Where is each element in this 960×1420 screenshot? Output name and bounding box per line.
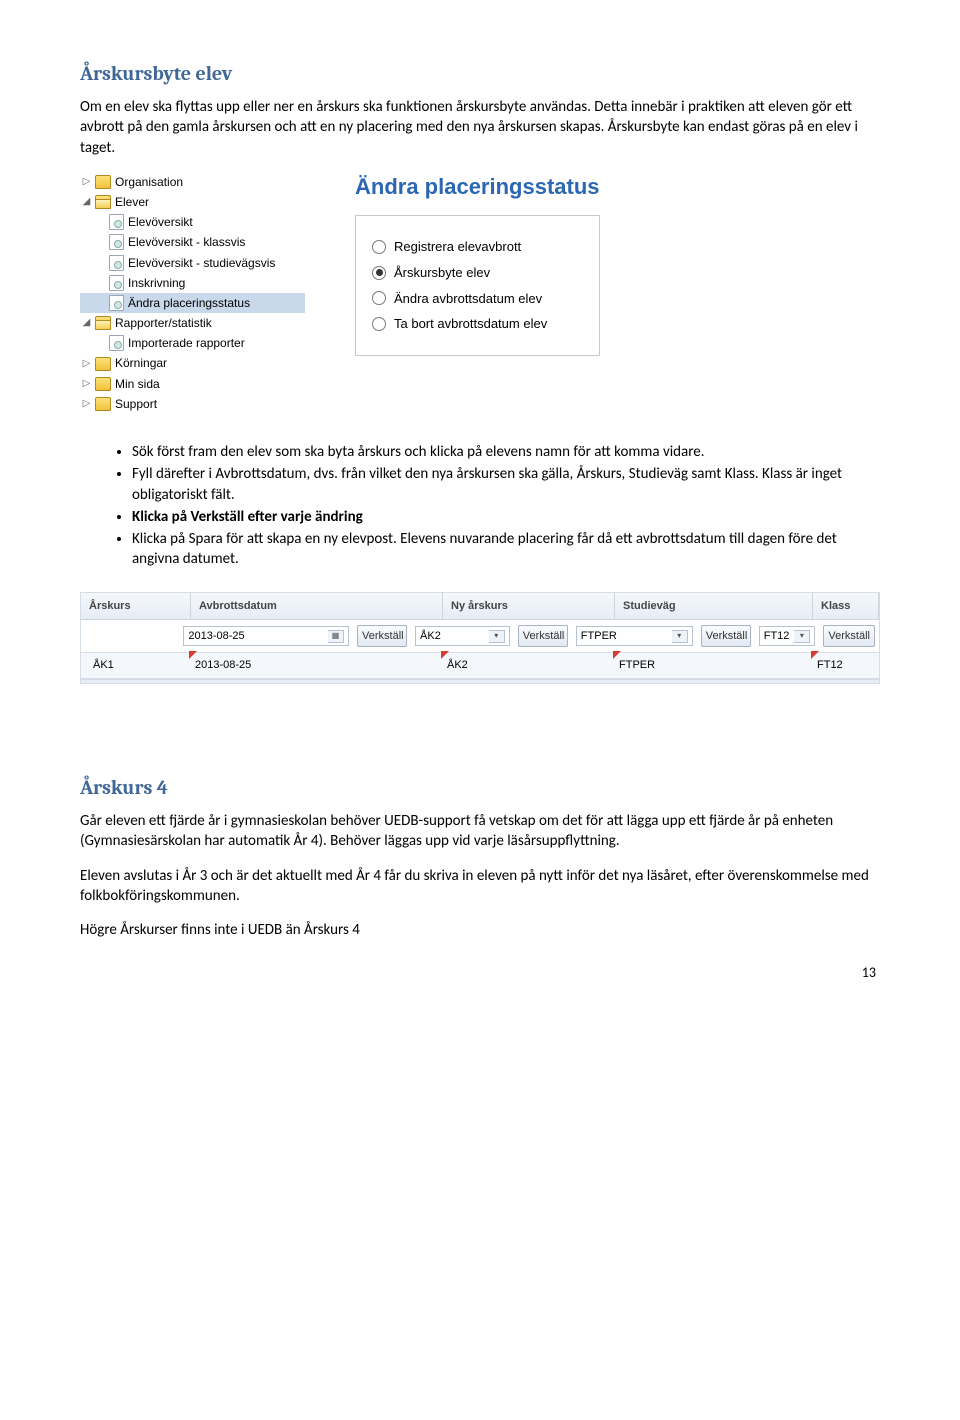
nav-label: Support	[115, 396, 157, 412]
expand-icon[interactable]: ▷	[82, 397, 91, 411]
verkstall-button[interactable]: Verkställ	[518, 625, 568, 647]
page-icon	[109, 335, 124, 351]
radio-option[interactable]: Årskursbyte elev	[372, 264, 569, 282]
list-item: Sök först fram den elev som ska byta års…	[132, 442, 880, 462]
radio-icon[interactable]	[372, 240, 386, 254]
section1-title: Årskursbyte elev	[80, 60, 880, 87]
nav-label: Elevöversikt - klassvis	[128, 234, 245, 250]
radio-label: Årskursbyte elev	[394, 264, 490, 282]
nav-item-elever[interactable]: ◢ Elever	[80, 192, 305, 212]
expand-icon[interactable]: ▷	[82, 377, 91, 391]
form-title: Ändra placeringsstatus	[355, 172, 600, 202]
th-avbrottsdatum: Avbrottsdatum	[191, 593, 443, 620]
radio-label: Ändra avbrottsdatum elev	[394, 290, 542, 308]
page-icon	[109, 295, 124, 311]
nav-label: Körningar	[115, 355, 167, 371]
screenshot-panel-1: ▷ Organisation ◢ Elever Elevöversikt Elevöver…	[80, 172, 880, 414]
verkstall-button[interactable]: Verkställ	[701, 625, 751, 647]
nav-item-rapporter-statistik[interactable]: ◢ Rapporter/statistik	[80, 313, 305, 333]
radio-option[interactable]: Registrera elevavbrott	[372, 238, 569, 256]
table-header-row: Årskurs Avbrottsdatum Ny årskurs Studiev…	[81, 593, 879, 621]
nav-item-importerade-rapporter[interactable]: Importerade rapporter	[80, 333, 305, 353]
page-number: 13	[862, 964, 876, 983]
radio-icon[interactable]	[372, 266, 386, 280]
nav-item-elev-versikt-studiev-gsvis[interactable]: Elevöversikt - studievägsvis	[80, 253, 305, 273]
page-icon	[109, 275, 124, 291]
folder-icon	[95, 377, 111, 391]
expand-icon[interactable]: ▷	[82, 357, 91, 371]
calendar-icon[interactable]: ▦	[328, 630, 344, 643]
radio-group: Registrera elevavbrott Årskursbyte elev Än…	[355, 215, 600, 355]
th-arskurs: Årskurs	[81, 593, 191, 620]
nav-label: Rapporter/statistik	[115, 315, 212, 331]
instruction-list: Sök först fram den elev som ska byta års…	[80, 442, 880, 570]
radio-option[interactable]: Ändra avbrottsdatum elev	[372, 290, 569, 308]
nav-item-support[interactable]: ▷ Support	[80, 394, 305, 414]
nav-item--ndra-placeringsstatus[interactable]: Ändra placeringsstatus	[80, 293, 305, 313]
nav-label: Importerade rapporter	[128, 335, 245, 351]
radio-label: Ta bort avbrottsdatum elev	[394, 315, 547, 333]
folder-open-icon	[95, 316, 111, 330]
verkstall-button[interactable]: Verkställ	[823, 625, 875, 647]
page-icon	[109, 255, 124, 271]
avbrottsdatum-input[interactable]: 2013-08-25▦	[183, 626, 349, 646]
verkstall-button[interactable]: Verkställ	[357, 625, 407, 647]
chevron-down-icon[interactable]: ▾	[489, 630, 505, 643]
table-row-readonly: ÅK1 2013-08-25 ÅK2 FTPER FT12	[81, 653, 879, 679]
nav-item-min-sida[interactable]: ▷ Min sida	[80, 374, 305, 394]
klass-select[interactable]: FT12▾	[759, 626, 816, 646]
expand-icon[interactable]: ◢	[82, 316, 91, 330]
studievag-select[interactable]: FTPER▾	[576, 626, 693, 646]
list-item: Klicka på Spara för att skapa en ny elev…	[132, 529, 880, 570]
section1-para: Om en elev ska flyttas upp eller ner en …	[80, 97, 880, 158]
th-studievag: Studieväg	[615, 593, 813, 620]
nav-label: Min sida	[115, 376, 160, 392]
nav-item-organisation[interactable]: ▷ Organisation	[80, 172, 305, 192]
nav-item-elev-versikt-klassvis[interactable]: Elevöversikt - klassvis	[80, 232, 305, 252]
nav-item-k-rningar[interactable]: ▷ Körningar	[80, 353, 305, 373]
table-screenshot: Årskurs Avbrottsdatum Ny årskurs Studiev…	[80, 592, 880, 685]
list-item: Klicka på Verkställ efter varje ändring	[132, 507, 880, 527]
cell-ny-arskurs: ÅK2	[443, 653, 615, 678]
nav-tree: ▷ Organisation ◢ Elever Elevöversikt Elevöver…	[80, 172, 305, 414]
list-item: Fyll därefter i Avbrottsdatum, dvs. från…	[132, 464, 880, 505]
nav-item-inskrivning[interactable]: Inskrivning	[80, 273, 305, 293]
radio-option[interactable]: Ta bort avbrottsdatum elev	[372, 315, 569, 333]
radio-label: Registrera elevavbrott	[394, 238, 521, 256]
folder-icon	[95, 357, 111, 371]
chevron-down-icon[interactable]: ▾	[672, 630, 688, 643]
table-row-edit: 2013-08-25▦ Verkställ ÅK2▾ Verkställ FTP…	[81, 620, 879, 653]
section2-p2: Eleven avslutas i År 3 och är det aktuel…	[80, 866, 880, 907]
form-panel: Ändra placeringsstatus Registrera elevav…	[355, 172, 600, 414]
section2-p1: Går eleven ett fjärde år i gymnasieskola…	[80, 811, 880, 852]
section2-title: Årskurs 4	[80, 774, 880, 801]
section2-p3: Högre Årskurser finns inte i UEDB än Års…	[80, 920, 880, 940]
expand-icon[interactable]: ▷	[82, 175, 91, 189]
nav-label: Elever	[115, 194, 149, 210]
nav-item-elev-versikt[interactable]: Elevöversikt	[80, 212, 305, 232]
folder-open-icon	[95, 195, 111, 209]
nav-label: Organisation	[115, 174, 183, 190]
cell-klass: FT12	[813, 653, 879, 678]
th-klass: Klass	[813, 593, 879, 620]
cell-studievag: FTPER	[615, 653, 813, 678]
nav-label: Inskrivning	[128, 275, 185, 291]
cell-avbrottsdatum: 2013-08-25	[191, 653, 443, 678]
nav-label: Ändra placeringsstatus	[128, 295, 250, 311]
page-icon	[109, 234, 124, 250]
radio-icon[interactable]	[372, 317, 386, 331]
cell-arskurs: ÅK1	[81, 653, 191, 678]
folder-icon	[95, 175, 111, 189]
chevron-down-icon[interactable]: ▾	[794, 630, 810, 643]
radio-icon[interactable]	[372, 291, 386, 305]
nav-label: Elevöversikt - studievägsvis	[128, 255, 275, 271]
ny-arskurs-select[interactable]: ÅK2▾	[415, 626, 510, 646]
page-icon	[109, 214, 124, 230]
nav-label: Elevöversikt	[128, 214, 193, 230]
th-ny-arskurs: Ny årskurs	[443, 593, 615, 620]
expand-icon[interactable]: ◢	[82, 195, 91, 209]
folder-icon	[95, 397, 111, 411]
